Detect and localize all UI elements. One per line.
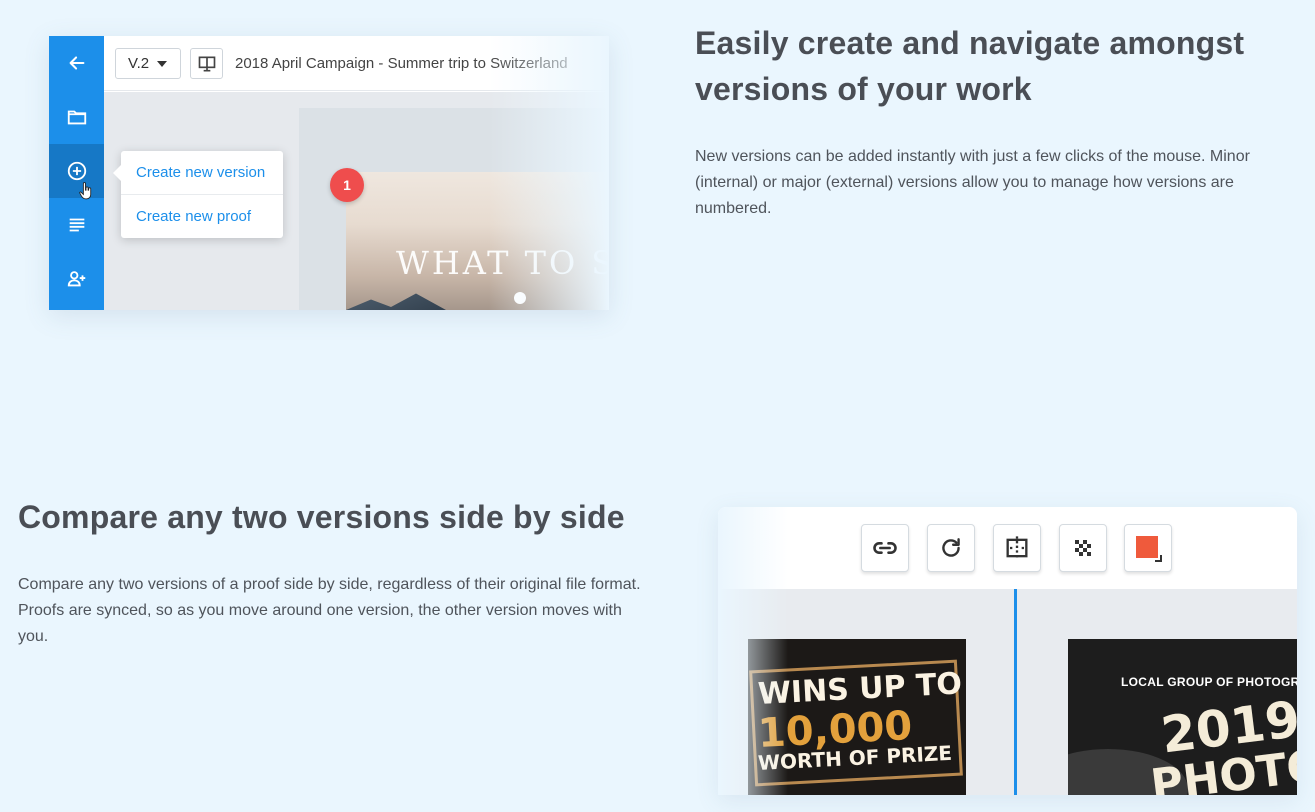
section2-body: Compare any two versions of a proof side… [18,576,641,645]
canvas-marker [514,292,526,304]
document-title: 2018 April Campaign - Summer trip to Swi… [235,55,568,72]
version-select-value: V.2 [128,55,150,72]
menu-item-create-proof[interactable]: Create new proof [121,194,283,237]
add-user-button[interactable] [49,252,104,306]
color-button[interactable] [1124,524,1172,572]
right-version-poster: LOCAL GROUP OF PHOTOGRA 2019 PHOTO [1068,639,1297,795]
compare-divider[interactable] [1014,589,1017,795]
link-button[interactable] [861,524,909,572]
section1-body: New versions can be added instantly with… [695,148,1250,217]
folder-button[interactable] [49,90,104,144]
link-icon [873,542,897,554]
refresh-icon [942,538,960,557]
arrow-left-icon [69,56,84,70]
compare-toolbar [718,507,1297,589]
folder-icon [67,110,86,125]
editor-sidebar [49,36,104,310]
section2-heading: Compare any two versions side by side [18,499,625,535]
chevron-down-icon [157,60,168,67]
create-menu: Create new version Create new proof [113,151,283,238]
back-button[interactable] [49,36,104,90]
monitor-icon [198,56,215,71]
proof-image-title: WHAT TO SE [396,244,609,282]
proof-image: WHAT TO SE [346,172,609,310]
presentation-button[interactable] [190,48,223,79]
editor-topbar: V.2 2018 April Campaign - Summer trip to… [104,36,609,91]
poster-small-text: LOCAL GROUP OF PHOTOGRA [1121,675,1297,689]
comment-badge[interactable]: 1 [330,168,364,202]
compare-split-button[interactable] [993,524,1041,572]
menu-item-create-version[interactable]: Create new version [121,151,283,194]
add-user-icon [67,271,85,287]
mountain-graphic [346,293,446,310]
compare-mockup: WINS UP TO 10,000 WORTH OF PRIZE LOCAL G… [718,507,1297,795]
section1-heading: Easily create and navigate amongst versi… [695,25,1245,107]
checker-icon [1075,540,1091,556]
transparency-button[interactable] [1059,524,1107,572]
refresh-button[interactable] [927,524,975,572]
list-button[interactable] [49,198,104,252]
version-select[interactable]: V.2 [115,48,181,79]
plus-circle-icon [67,161,86,181]
color-swatch-icon [1136,536,1162,562]
mockup-fade [718,507,788,795]
add-version-button[interactable] [49,144,104,200]
compare-split-icon [1006,536,1028,560]
list-icon [69,218,84,232]
